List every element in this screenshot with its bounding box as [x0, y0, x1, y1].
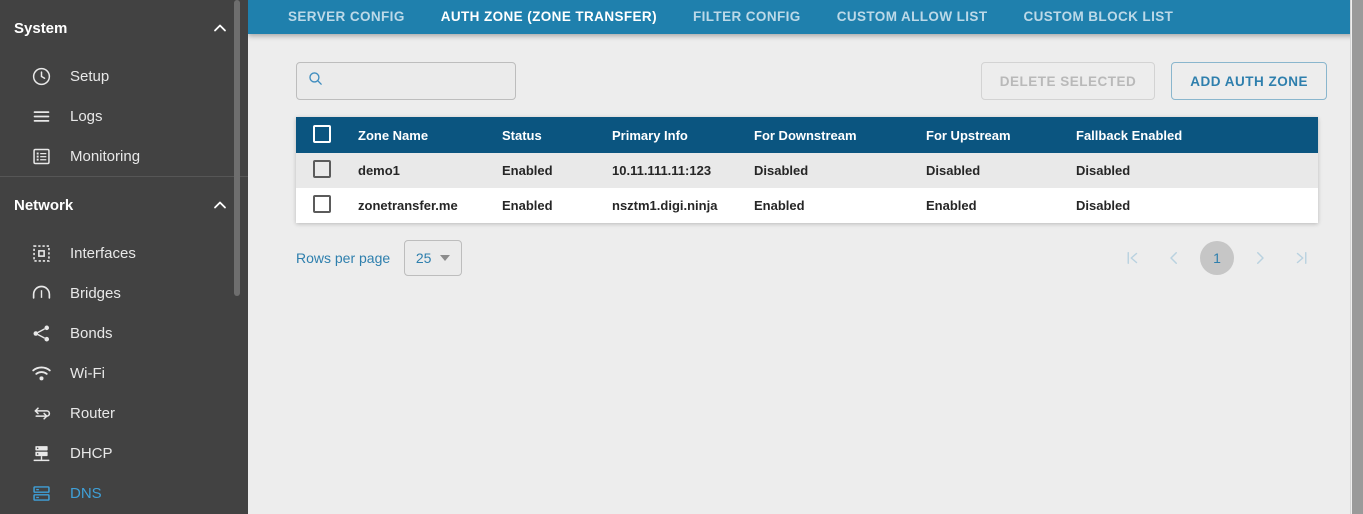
column-header-primary-info[interactable]: Primary Info — [612, 117, 754, 153]
rows-per-page-group: Rows per page 25 — [296, 240, 463, 276]
sidebar-item-dns[interactable]: DNS — [0, 473, 248, 513]
delete-selected-button[interactable]: DELETE SELECTED — [980, 62, 1156, 100]
rows-per-page-label: Rows per page — [296, 250, 391, 266]
page-number-button[interactable]: 1 — [1200, 241, 1234, 275]
tab-custom-block-list[interactable]: CUSTOM BLOCK LIST — [1005, 0, 1191, 34]
sidebar-item-label: Wi-Fi — [70, 364, 105, 382]
cell-status: Enabled — [502, 153, 612, 188]
page-content: DELETE SELECTED ADD AUTH ZONE Zone Name … — [248, 34, 1363, 276]
tab-server-config[interactable]: SERVER CONFIG — [270, 0, 423, 34]
sidebar-section-network[interactable]: Network — [0, 177, 248, 233]
sidebar-item-bonds[interactable]: Bonds — [0, 313, 248, 353]
sidebar-scrollbar-thumb[interactable] — [234, 0, 240, 296]
toolbar: DELETE SELECTED ADD AUTH ZONE — [296, 62, 1327, 100]
dns-server-icon — [30, 482, 52, 504]
add-auth-zone-button[interactable]: ADD AUTH ZONE — [1171, 62, 1327, 100]
first-page-icon[interactable] — [1116, 242, 1148, 274]
search-box[interactable] — [296, 62, 516, 100]
sidebar-item-logs[interactable]: Logs — [0, 96, 248, 136]
sidebar-item-wifi[interactable]: Wi-Fi — [0, 353, 248, 393]
sidebar-item-label: Interfaces — [70, 244, 136, 262]
wifi-icon — [30, 362, 52, 384]
sidebar-section-system-label: System — [14, 19, 68, 37]
tab-custom-allow-list[interactable]: CUSTOM ALLOW LIST — [819, 0, 1006, 34]
row-select-cell — [296, 188, 358, 223]
prev-page-icon[interactable] — [1158, 242, 1190, 274]
rows-per-page-value: 25 — [415, 250, 432, 266]
sidebar-item-monitoring[interactable]: Monitoring — [0, 136, 248, 176]
table-row[interactable]: demo1 Enabled 10.11.111.11:123 Disabled … — [296, 153, 1318, 188]
select-all-checkbox[interactable] — [313, 124, 331, 143]
clock-icon — [30, 65, 52, 87]
cell-for-downstream: Disabled — [754, 153, 926, 188]
main-content: SERVER CONFIG AUTH ZONE (ZONE TRANSFER) … — [248, 0, 1363, 514]
dhcp-server-icon — [30, 442, 52, 464]
sidebar-item-label: DNS — [70, 484, 102, 502]
sidebar-scroll-content: System Setup Logs Monitoring Network Int… — [0, 0, 248, 513]
sidebar: System Setup Logs Monitoring Network Int… — [0, 0, 248, 514]
column-header-fallback-enabled[interactable]: Fallback Enabled — [1076, 117, 1318, 153]
cell-primary-info: 10.11.111.11:123 — [612, 153, 754, 188]
page-nav-group: 1 — [1116, 241, 1318, 275]
column-header-zone-name[interactable]: Zone Name — [358, 117, 502, 153]
chevron-up-icon — [210, 195, 230, 215]
pagination-bar: Rows per page 25 1 — [296, 240, 1318, 276]
chevron-up-icon — [210, 18, 230, 38]
toolbar-actions: DELETE SELECTED ADD AUTH ZONE — [980, 62, 1327, 100]
sidebar-item-interfaces[interactable]: Interfaces — [0, 233, 248, 273]
sidebar-item-label: Monitoring — [70, 147, 141, 165]
cell-status: Enabled — [502, 188, 612, 223]
page-scrollbar-thumb[interactable] — [1352, 0, 1363, 514]
sidebar-section-system[interactable]: System — [0, 0, 248, 56]
select-all-header — [296, 117, 358, 153]
sidebar-item-router[interactable]: Router — [0, 393, 248, 433]
column-header-status[interactable]: Status — [502, 117, 612, 153]
search-input[interactable] — [332, 72, 505, 90]
sidebar-item-label: Router — [70, 404, 116, 422]
sidebar-item-label: Logs — [70, 107, 103, 125]
sidebar-item-label: Bonds — [70, 324, 113, 342]
cell-fallback-enabled: Disabled — [1076, 188, 1318, 223]
cell-fallback-enabled: Disabled — [1076, 153, 1318, 188]
monitor-list-icon — [30, 145, 52, 167]
interfaces-dashed-square-icon — [30, 242, 52, 264]
auth-zone-table: Zone Name Status Primary Info For Downst… — [296, 117, 1318, 223]
share-nodes-icon — [30, 322, 52, 344]
page-scrollbar-track[interactable] — [1350, 0, 1363, 514]
cell-zone-name: demo1 — [358, 153, 502, 188]
sidebar-item-label: Setup — [70, 67, 110, 85]
column-header-for-downstream[interactable]: For Downstream — [754, 117, 926, 153]
bridge-arc-icon — [30, 282, 52, 304]
router-arrows-icon — [30, 402, 52, 424]
row-checkbox[interactable] — [313, 160, 331, 178]
cell-for-upstream: Disabled — [926, 153, 1076, 188]
cell-zone-name: zonetransfer.me — [358, 188, 502, 223]
table-row[interactable]: zonetransfer.me Enabled nsztm1.digi.ninj… — [296, 188, 1318, 223]
sidebar-item-label: Bridges — [70, 284, 121, 302]
next-page-icon[interactable] — [1244, 242, 1276, 274]
sidebar-item-bridges[interactable]: Bridges — [0, 273, 248, 313]
sidebar-item-dhcp[interactable]: DHCP — [0, 433, 248, 473]
sidebar-item-setup[interactable]: Setup — [0, 56, 248, 96]
column-header-for-upstream[interactable]: For Upstream — [926, 117, 1076, 153]
tab-filter-config[interactable]: FILTER CONFIG — [675, 0, 819, 34]
row-checkbox[interactable] — [313, 195, 331, 213]
tab-bar: SERVER CONFIG AUTH ZONE (ZONE TRANSFER) … — [248, 0, 1363, 34]
chevron-down-icon — [440, 255, 451, 261]
last-page-icon[interactable] — [1286, 242, 1318, 274]
sidebar-item-label: DHCP — [70, 444, 113, 462]
cell-for-upstream: Enabled — [926, 188, 1076, 223]
search-icon — [307, 70, 324, 92]
table-header-row: Zone Name Status Primary Info For Downst… — [296, 117, 1318, 153]
list-lines-icon — [30, 105, 52, 127]
tab-auth-zone[interactable]: AUTH ZONE (ZONE TRANSFER) — [423, 0, 675, 34]
row-select-cell — [296, 153, 358, 188]
cell-primary-info: nsztm1.digi.ninja — [612, 188, 754, 223]
cell-for-downstream: Enabled — [754, 188, 926, 223]
sidebar-section-network-label: Network — [14, 196, 74, 214]
app-root: System Setup Logs Monitoring Network Int… — [0, 0, 1363, 514]
rows-per-page-select[interactable]: 25 — [404, 240, 463, 276]
